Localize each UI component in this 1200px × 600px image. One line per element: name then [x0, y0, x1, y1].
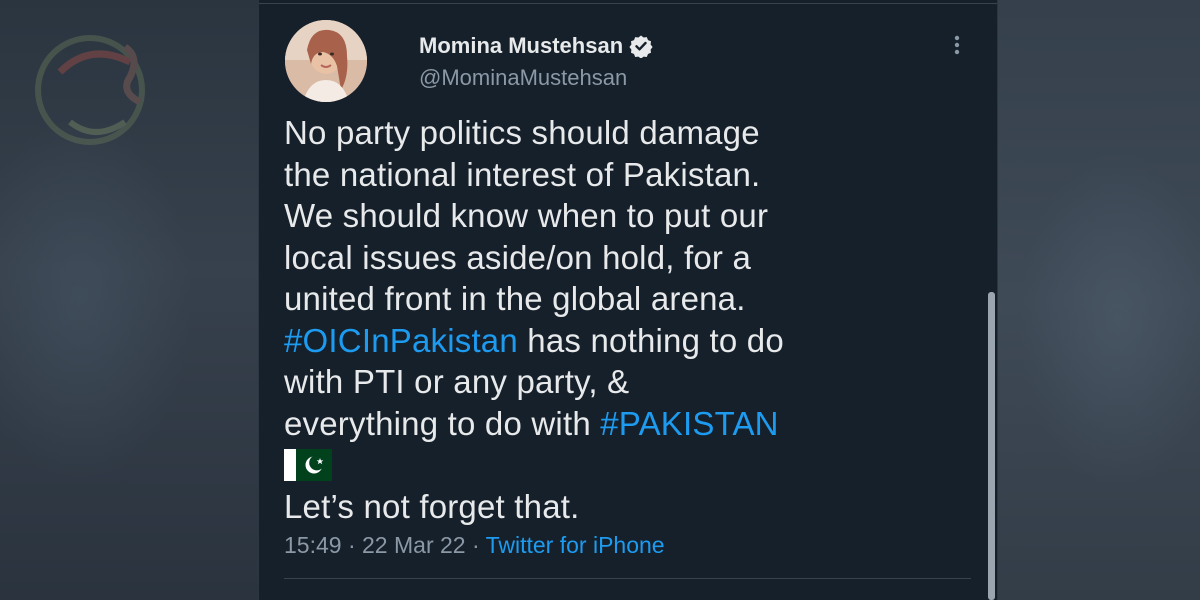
tweet-text-line: Let’s not forget that.	[284, 487, 580, 525]
meta-separator: ·	[465, 532, 486, 558]
tweet-text-line: united front in the global arena.	[284, 280, 746, 317]
author-name-row[interactable]: Momina Mustehsan	[419, 33, 653, 59]
avatar-photo	[285, 20, 367, 102]
more-options-icon[interactable]	[947, 34, 967, 56]
bottom-divider	[284, 578, 971, 579]
scrollbar[interactable]	[988, 292, 995, 600]
meta-separator: ·	[341, 532, 363, 558]
tweet-text-fragment: everything to do with	[284, 404, 601, 442]
author-handle[interactable]: @MominaMustehsan	[419, 65, 627, 91]
tweet-text-line: with PTI or any party, &	[284, 363, 630, 400]
blurred-left-panel	[0, 0, 258, 600]
tweet-source-link[interactable]: Twitter for iPhone	[486, 532, 665, 558]
tweet-text-line: the national interest of Pakistan.	[284, 155, 761, 193]
tweet-text-line: No party politics should damage	[284, 114, 760, 151]
verified-badge-icon	[629, 35, 653, 58]
tweet-text: No party politics should damage the nati…	[284, 112, 984, 527]
hashtag-link[interactable]: #PAKISTAN	[600, 405, 778, 442]
tweet-text-line: #OICInPakistan has nothing to do	[284, 320, 984, 362]
tweet-date[interactable]: 22 Mar 22	[362, 532, 466, 558]
tweet-text-line: local issues aside/on hold, for a	[284, 238, 752, 276]
tweet-text-line: everything to do with #PAKISTAN	[284, 403, 984, 445]
tweet-metadata: 15:49 · 22 Mar 22 · Twitter for iPhone	[284, 532, 665, 559]
blurred-right-panel	[998, 0, 1200, 600]
site-watermark-logo	[35, 35, 145, 145]
tweet-text-line: We should know when to put our	[284, 197, 769, 234]
pakistan-flag-icon	[284, 449, 332, 482]
tweet-time[interactable]: 15:49	[284, 532, 342, 558]
tweet-text-line	[284, 444, 984, 486]
author-display-name[interactable]: Momina Mustehsan	[419, 33, 623, 59]
top-divider	[259, 3, 997, 4]
avatar[interactable]	[285, 20, 367, 102]
tweet-text-fragment: has nothing to do	[517, 321, 784, 359]
tweet-card: Momina Mustehsan @MominaMustehsan No par…	[258, 0, 998, 600]
hashtag-link[interactable]: #OICInPakistan	[284, 322, 518, 359]
